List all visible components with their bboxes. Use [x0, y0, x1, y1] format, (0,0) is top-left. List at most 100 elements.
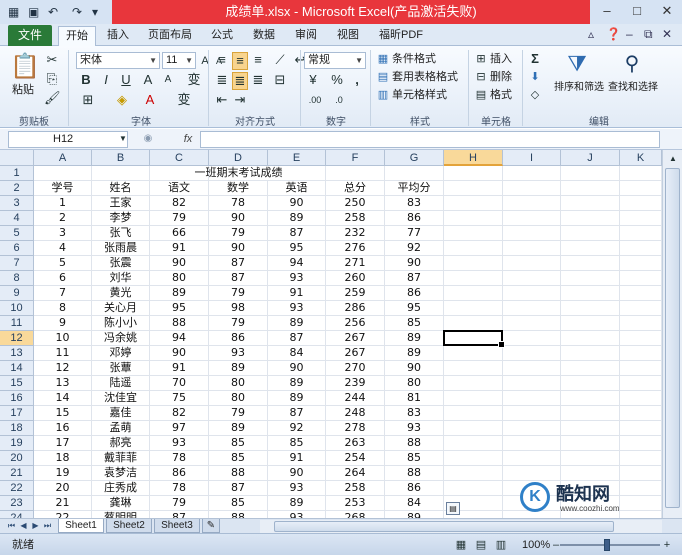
row-header-16[interactable]: 16 [0, 391, 34, 406]
table-cell[interactable]: 81 [385, 391, 444, 406]
table-cell[interactable]: 93 [150, 436, 209, 451]
table-cell[interactable]: 18 [34, 451, 92, 466]
table-cell[interactable]: 77 [385, 226, 444, 241]
table-cell[interactable]: 9 [34, 316, 92, 331]
table-cell[interactable]: 93 [385, 421, 444, 436]
table-cell[interactable]: 张震 [92, 256, 150, 271]
table-cell[interactable]: 93 [268, 271, 326, 286]
row-header-1[interactable]: 1 [0, 166, 34, 181]
cell-j6[interactable] [561, 241, 620, 256]
cell-j19[interactable] [561, 436, 620, 451]
cell-j12[interactable] [561, 331, 620, 346]
autosum-button[interactable]: Σ [528, 51, 542, 67]
column-header-b[interactable]: B [92, 150, 150, 166]
cell-j13[interactable] [561, 346, 620, 361]
table-cell[interactable]: 陆遥 [92, 376, 150, 391]
table-cell[interactable]: 98 [209, 301, 268, 316]
row-header-14[interactable]: 14 [0, 361, 34, 376]
cell-k12[interactable] [620, 331, 662, 346]
table-cell[interactable]: 244 [326, 391, 385, 406]
cell-j11[interactable] [561, 316, 620, 331]
table-cell[interactable]: 248 [326, 406, 385, 421]
copy-icon[interactable]: ⎘ [44, 71, 60, 87]
table-cell[interactable]: 267 [326, 331, 385, 346]
cell-k16[interactable] [620, 391, 662, 406]
table-cell[interactable]: 90 [150, 256, 209, 271]
table-cell[interactable]: 258 [326, 481, 385, 496]
table-cell[interactable]: 19 [34, 466, 92, 481]
row-header-8[interactable]: 8 [0, 271, 34, 286]
table-cell[interactable]: 89 [268, 496, 326, 511]
table-cell[interactable]: 89 [268, 316, 326, 331]
table-cell[interactable]: 张蕈 [92, 361, 150, 376]
cell-i16[interactable] [503, 391, 561, 406]
table-cell[interactable]: 89 [268, 376, 326, 391]
tab-home[interactable]: 开始 [58, 26, 96, 46]
table-cell[interactable]: 86 [150, 466, 209, 481]
row-header-10[interactable]: 10 [0, 301, 34, 316]
cell-k19[interactable] [620, 436, 662, 451]
table-cell[interactable]: 93 [209, 346, 268, 361]
cell-h7[interactable] [444, 256, 503, 271]
cell-h2[interactable] [444, 181, 503, 196]
column-title[interactable]: 平均分 [385, 181, 444, 196]
table-cell[interactable]: 17 [34, 436, 92, 451]
paste-icon[interactable]: 📋 [10, 52, 40, 82]
align-center-icon[interactable]: ≣ [232, 72, 248, 90]
insert-cells-button[interactable]: 插入 [490, 51, 512, 67]
cell-i5[interactable] [503, 226, 561, 241]
wen-icon[interactable]: 变 [186, 72, 202, 88]
cell-j18[interactable] [561, 421, 620, 436]
cell-j4[interactable] [561, 211, 620, 226]
cell-k2[interactable] [620, 181, 662, 196]
table-cell[interactable]: 刘华 [92, 271, 150, 286]
cell-h16[interactable] [444, 391, 503, 406]
row-header-4[interactable]: 4 [0, 211, 34, 226]
insert-function-button[interactable]: fx [178, 131, 198, 148]
cell-k13[interactable] [620, 346, 662, 361]
table-cell[interactable]: 5 [34, 256, 92, 271]
cell-h11[interactable] [444, 316, 503, 331]
table-cell[interactable]: 97 [150, 421, 209, 436]
table-cell[interactable]: 90 [209, 211, 268, 226]
table-cell[interactable]: 孟萌 [92, 421, 150, 436]
cell-j7[interactable] [561, 256, 620, 271]
table-cell[interactable]: 87 [385, 271, 444, 286]
table-cell[interactable]: 14 [34, 391, 92, 406]
cell-h19[interactable] [444, 436, 503, 451]
table-cell[interactable]: 90 [268, 196, 326, 211]
cell-k17[interactable] [620, 406, 662, 421]
cell-i4[interactable] [503, 211, 561, 226]
shrink-font-arrow-icon[interactable]: A [160, 72, 176, 88]
table-cell[interactable]: 94 [268, 256, 326, 271]
cell-k5[interactable] [620, 226, 662, 241]
currency-icon[interactable]: ¥ [304, 72, 322, 88]
table-cell[interactable]: 278 [326, 421, 385, 436]
table-cell[interactable]: 20 [34, 481, 92, 496]
table-cell[interactable]: 70 [150, 376, 209, 391]
column-header-d[interactable]: D [209, 150, 268, 166]
table-cell[interactable]: 张雨晨 [92, 241, 150, 256]
column-header-j[interactable]: J [561, 150, 620, 166]
cell-k1[interactable] [620, 166, 662, 181]
table-title[interactable]: 一班期末考试成绩 [34, 166, 444, 181]
tab-page-layout[interactable]: 页面布局 [142, 26, 198, 46]
table-cell[interactable]: 11 [34, 346, 92, 361]
table-cell[interactable]: 85 [209, 451, 268, 466]
page-layout-view-icon[interactable]: ▤ [474, 537, 488, 553]
cell-h14[interactable] [444, 361, 503, 376]
decrease-decimal-icon[interactable]: .0 [330, 92, 348, 108]
tab-insert[interactable]: 插入 [100, 26, 136, 46]
table-cell[interactable]: 263 [326, 436, 385, 451]
binoculars-icon[interactable]: ⚲ [618, 50, 646, 78]
table-cell[interactable]: 260 [326, 271, 385, 286]
cell-i12[interactable] [503, 331, 561, 346]
cell-i20[interactable] [503, 451, 561, 466]
table-cell[interactable]: 85 [385, 316, 444, 331]
table-cell[interactable]: 李梦 [92, 211, 150, 226]
table-cell[interactable]: 6 [34, 271, 92, 286]
table-cell[interactable]: 邓婷 [92, 346, 150, 361]
cut-icon[interactable]: ✂ [44, 52, 60, 68]
sort-filter-icon[interactable]: ⧩ [562, 50, 592, 78]
wb-restore-icon[interactable]: ⧉ [644, 27, 653, 42]
